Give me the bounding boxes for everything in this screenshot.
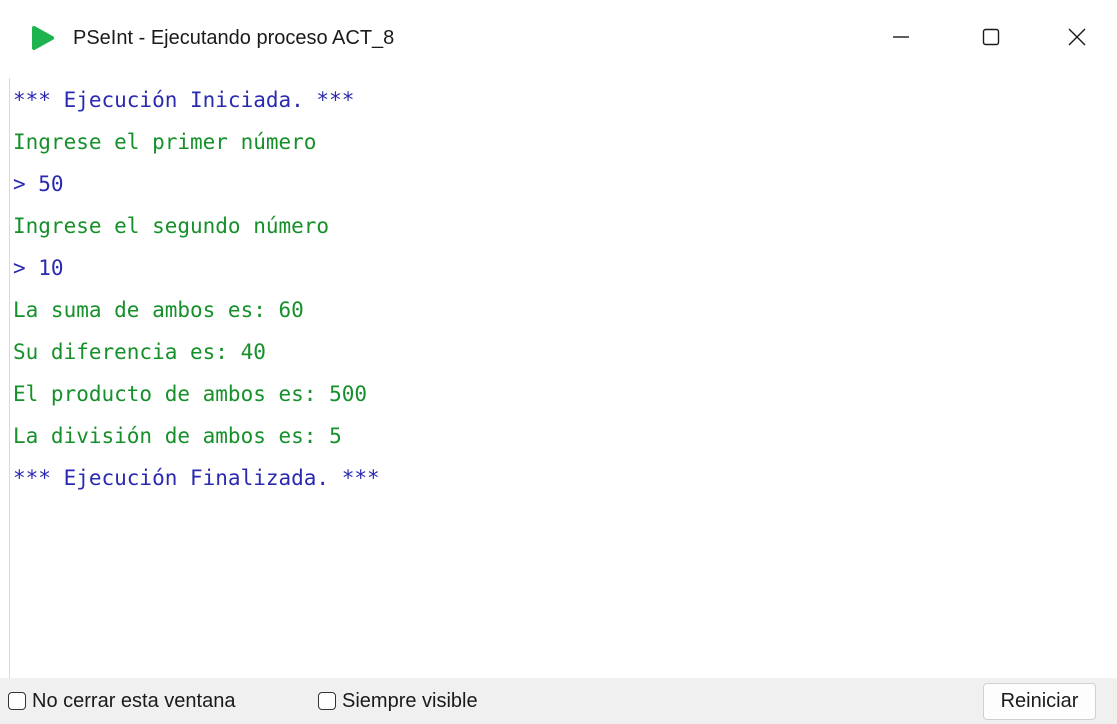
maximize-button[interactable] [946, 0, 1036, 78]
console-line: Ingrese el segundo número [13, 214, 330, 238]
bottom-toolbar: No cerrar esta ventana Siempre visible R… [0, 678, 1117, 724]
close-button[interactable] [1036, 0, 1117, 78]
console-line: > 50 [13, 172, 64, 196]
always-visible-checkbox[interactable]: Siempre visible [318, 678, 478, 724]
console-line: Ingrese el primer número [13, 130, 317, 154]
pseint-app-icon [30, 25, 56, 51]
minimize-button[interactable] [856, 0, 946, 78]
keep-open-checkbox-box[interactable] [8, 692, 26, 710]
keep-open-label: No cerrar esta ventana [32, 689, 236, 712]
console-line: La división de ambos es: 5 [13, 424, 342, 448]
console-output[interactable]: *** Ejecución Iniciada. *** Ingrese el p… [9, 78, 1117, 678]
always-visible-label: Siempre visible [342, 689, 478, 712]
console-line: El producto de ambos es: 500 [13, 382, 368, 406]
title-bar[interactable]: PSeInt - Ejecutando proceso ACT_8 [0, 0, 1117, 78]
keep-open-checkbox[interactable]: No cerrar esta ventana [8, 678, 235, 724]
console-line: > 10 [13, 256, 64, 280]
console-line: *** Ejecución Finalizada. *** [13, 466, 380, 490]
console-line: Su diferencia es: 40 [13, 340, 266, 364]
minimize-icon [891, 27, 911, 52]
console-line: *** Ejecución Iniciada. *** [13, 88, 355, 112]
reset-button[interactable]: Reiniciar [983, 683, 1096, 720]
maximize-icon [981, 27, 1001, 52]
console-line: La suma de ambos es: 60 [13, 298, 304, 322]
pseint-execution-window: PSeInt - Ejecutando proceso ACT_8 *** Ej… [0, 0, 1117, 724]
close-icon [1067, 27, 1087, 52]
window-title: PSeInt - Ejecutando proceso ACT_8 [73, 27, 395, 49]
always-visible-checkbox-box[interactable] [318, 692, 336, 710]
